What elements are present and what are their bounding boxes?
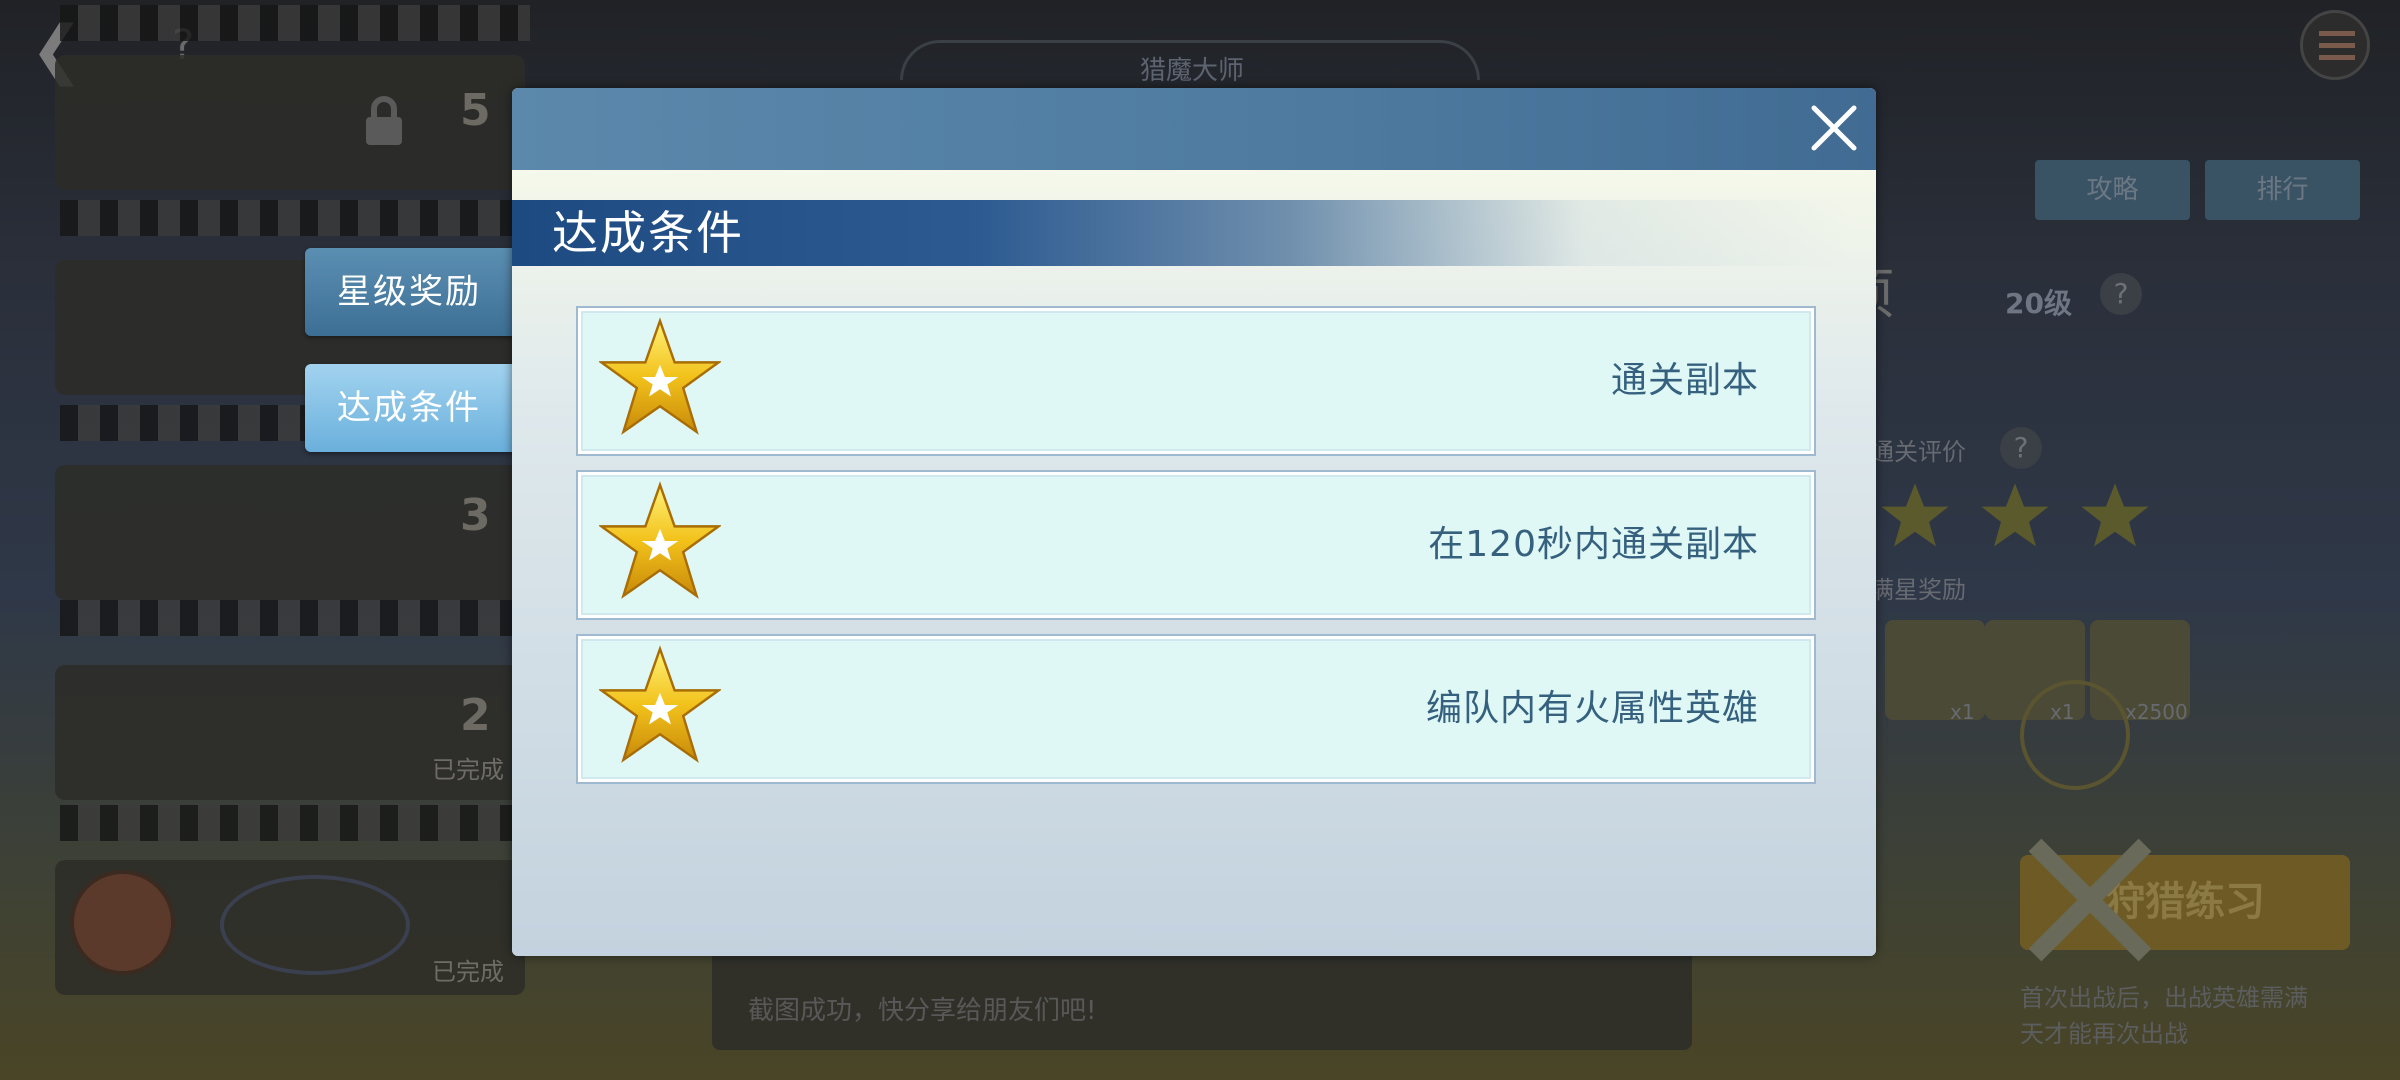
bg-done-label: 已完成 bbox=[432, 958, 504, 986]
tab-conditions[interactable]: 达成条件 bbox=[305, 364, 535, 452]
close-icon[interactable] bbox=[1804, 98, 1864, 158]
bg-stage-number: 5 bbox=[460, 85, 491, 136]
star-icon bbox=[599, 481, 721, 599]
section-banner: 达成条件 bbox=[512, 200, 1852, 266]
bg-stage-card bbox=[55, 465, 525, 600]
condition-list: 通关副本 在120秒内通关副本 编队内有火属性英雄 bbox=[576, 306, 1828, 800]
item-count: x1 bbox=[1950, 700, 1975, 724]
bg-done-label: 已完成 bbox=[432, 756, 504, 784]
footer-line: 首次出战后，出战英雄需满 bbox=[2020, 984, 2308, 1012]
item-count: x2500 bbox=[2125, 700, 2188, 724]
bg-stage-number: 2 bbox=[460, 690, 491, 741]
share-toast-text: 截图成功，快分享给朋友们吧! bbox=[748, 996, 1097, 1026]
tab-star-reward[interactable]: 星级奖励 bbox=[305, 248, 535, 336]
condition-row: 通关副本 bbox=[576, 306, 1816, 456]
rating-star-icon bbox=[1881, 483, 1949, 547]
footer-note: 首次出战后，出战英雄需满 天才能再次出战 bbox=[2020, 980, 2308, 1052]
star-icon bbox=[599, 317, 721, 435]
hero-avatar bbox=[70, 870, 175, 975]
strategy-button[interactable]: 攻略 bbox=[2035, 160, 2190, 220]
level-label: 20级 bbox=[2005, 287, 2072, 320]
star-icon bbox=[599, 645, 721, 763]
menu-icon[interactable] bbox=[2300, 10, 2370, 80]
eye-icon bbox=[220, 875, 410, 975]
bg-stripe bbox=[60, 5, 530, 41]
condition-text: 通关副本 bbox=[1610, 360, 1759, 401]
condition-text: 编队内有火属性英雄 bbox=[1425, 688, 1759, 729]
help-icon[interactable]: ? bbox=[2000, 427, 2042, 469]
conditions-dialog: 达成条件 通关副本 在120秒内通关副本 编队内有火属性英雄 bbox=[512, 88, 1876, 956]
bg-stage-card bbox=[55, 55, 525, 190]
condition-text: 在120秒内通关副本 bbox=[1428, 524, 1759, 565]
bg-stage-number: 3 bbox=[460, 490, 491, 541]
rating-label: 通关评价 bbox=[1870, 438, 1966, 466]
stage-title: 猎魔大师 bbox=[1140, 56, 1245, 86]
condition-row: 在120秒内通关副本 bbox=[576, 470, 1816, 620]
condition-row: 编队内有火属性英雄 bbox=[576, 634, 1816, 784]
bg-stripe bbox=[60, 805, 530, 841]
section-title: 达成条件 bbox=[552, 206, 744, 260]
rating-star-icon bbox=[1981, 483, 2049, 547]
help-icon[interactable]: ? bbox=[2100, 273, 2142, 315]
completed-badge-icon bbox=[2020, 680, 2130, 790]
ranking-button[interactable]: 排行 bbox=[2205, 160, 2360, 220]
reward-label: 满星奖励 bbox=[1870, 576, 1966, 604]
rating-star-icon bbox=[2081, 483, 2149, 547]
lock-icon bbox=[366, 96, 402, 145]
dialog-header bbox=[512, 88, 1876, 170]
bg-stripe bbox=[60, 600, 530, 636]
footer-line: 天才能再次出战 bbox=[2020, 1020, 2188, 1048]
bg-stripe bbox=[60, 200, 530, 236]
cross-icon bbox=[2028, 838, 2152, 962]
